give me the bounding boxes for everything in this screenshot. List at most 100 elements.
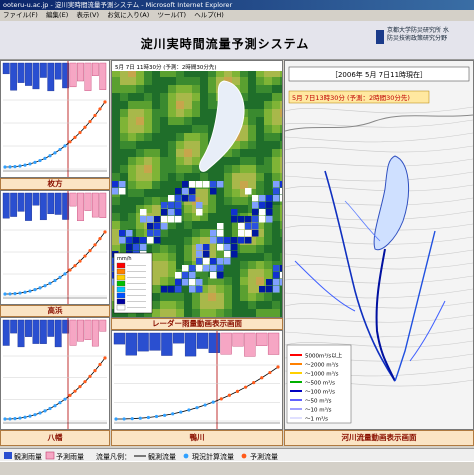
radar-footer-label[interactable]: レーダー雨量動画表示画面 (111, 318, 283, 330)
terrain-cell (216, 197, 224, 205)
terrain-cell (144, 141, 152, 149)
terrain-cell (272, 293, 280, 301)
radar-legend-unit: mm/h (117, 256, 132, 262)
terrain-cell (128, 93, 136, 101)
terrain-cell (112, 173, 120, 181)
rain-cell (196, 251, 203, 258)
rain-bar (91, 192, 99, 218)
rain-cell (154, 216, 161, 223)
terrain-cell (192, 149, 200, 157)
radar-legend-swatch (116, 292, 126, 299)
menu-edit[interactable]: 編集(E) (43, 10, 71, 21)
radar-legend-swatch (116, 280, 126, 287)
station-label-takahama[interactable]: 高浜 (0, 305, 110, 317)
terrain-cell (240, 245, 248, 253)
terrain-cell (256, 181, 264, 189)
terrain-cell (184, 109, 192, 117)
terrain-cell (192, 93, 200, 101)
rain-bar (47, 319, 55, 337)
rain-cell (119, 188, 126, 195)
river-footer-label[interactable]: 河川流量動画表示画面 (284, 430, 474, 446)
terrain-cell (240, 261, 248, 269)
flow-point (3, 165, 7, 169)
rain-cell (154, 223, 161, 230)
rain-bar (99, 62, 107, 90)
flow-point (43, 409, 47, 413)
terrain-cell (176, 245, 184, 253)
rain-pred-swatch (45, 451, 55, 460)
terrain-cell (232, 285, 240, 293)
terrain-cell (248, 77, 256, 85)
rain-cell (154, 237, 161, 244)
rain-cell (154, 230, 161, 237)
terrain-cell (264, 133, 272, 141)
rain-bar (69, 319, 77, 346)
terrain-cell (184, 125, 192, 133)
river-flow-map[interactable]: ［2006年 5月 7日11時現在］ 5月 7日13時30分 (予測：2時間30分… (285, 61, 473, 429)
menu-help[interactable]: ヘルプ(H) (191, 10, 226, 21)
rain-cell (168, 202, 175, 209)
rain-cell (161, 216, 168, 223)
flow-point (48, 406, 52, 411)
terrain-cell (144, 101, 152, 109)
terrain-cell (232, 309, 240, 317)
terrain-cell (272, 213, 280, 221)
terrain-cell (192, 301, 200, 309)
flow-point (154, 414, 159, 419)
rain-cell (259, 216, 266, 223)
rain-cell (252, 195, 259, 202)
terrain-cell (120, 205, 128, 213)
terrain-cell (168, 269, 176, 277)
terrain-cell (264, 109, 272, 117)
terrain-cell (120, 117, 128, 125)
terrain-cell (184, 117, 192, 125)
rain-cell (133, 237, 140, 244)
terrain-cell (256, 93, 264, 101)
terrain-cell (248, 93, 256, 101)
menu-tools[interactable]: ツール(T) (155, 10, 190, 21)
terrain-cell (272, 133, 280, 141)
rain-cell (252, 202, 259, 209)
rain-bar (77, 192, 84, 221)
flow-point (73, 135, 77, 139)
rain-cell (112, 181, 119, 188)
flow-point (23, 415, 27, 419)
flow-point (43, 284, 47, 288)
rain-cell (189, 265, 196, 272)
station-label-kamogawa[interactable]: 鴨川 (111, 430, 283, 446)
terrain-cell (176, 109, 184, 117)
terrain-cell (280, 133, 282, 141)
flow-point (171, 412, 175, 416)
rain-bar (161, 332, 173, 356)
station-label-hirakata[interactable]: 枚方 (0, 178, 110, 190)
flow-point (58, 147, 62, 152)
terrain-cell (272, 109, 280, 117)
station-label-yawata[interactable]: 八幡 (0, 430, 110, 446)
rain-cell (189, 272, 196, 279)
hydrograph-chart-4 (112, 331, 282, 429)
rain-cell (182, 188, 189, 195)
terrain-cell (184, 301, 192, 309)
rain-cell (189, 279, 196, 286)
terrain-cell (160, 133, 168, 141)
terrain-cell (160, 237, 168, 245)
terrain-cell (248, 173, 256, 181)
terrain-cell (160, 149, 168, 157)
rain-cell (245, 216, 252, 223)
flow-point (163, 413, 167, 417)
terrain-cell (272, 85, 280, 93)
rain-cell (273, 286, 280, 293)
rain-cell (217, 230, 224, 237)
menu-file[interactable]: ファイル(F) (0, 10, 41, 21)
menu-favorites[interactable]: お気に入り(A) (104, 10, 152, 21)
terrain-cell (160, 309, 168, 317)
terrain-cell (200, 173, 208, 181)
radar-map[interactable]: 5月 7日 11時30分 (予測：2時間30分先) mm/h (112, 61, 282, 317)
terrain-cell (144, 93, 152, 101)
terrain-cell (176, 309, 184, 317)
terrain-cell (136, 157, 144, 165)
terrain-cell (152, 85, 160, 93)
radar-legend-swatch (116, 298, 126, 305)
menu-view[interactable]: 表示(V) (73, 10, 102, 21)
terrain-cell (256, 293, 264, 301)
